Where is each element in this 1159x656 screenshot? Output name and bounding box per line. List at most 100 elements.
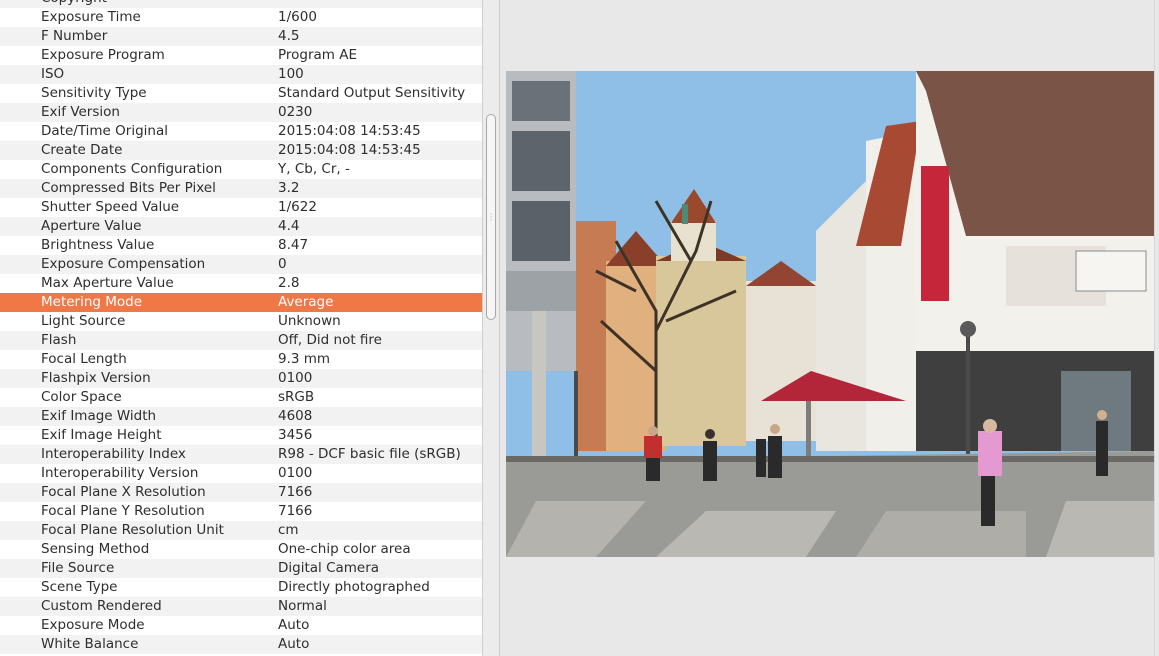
exif-row[interactable]: Components Configuration Y, Cb, Cr, - [0,160,482,179]
exif-row[interactable]: Exif Version 0230 [0,103,482,122]
exif-row[interactable]: Copyright [0,0,482,8]
exif-row[interactable]: Exposure Time 1/600 [0,8,482,27]
exif-row[interactable]: Focal Length 9.3 mm [0,350,482,369]
scrollbar-grip-icon: · · · [489,210,493,225]
exif-value-cell: Normal [278,598,327,614]
exif-value-cell: 2015:04:08 14:53:45 [278,123,421,139]
exif-key-cell: Exif Version [41,104,120,120]
exif-value-cell: 0100 [278,465,313,481]
exif-value-cell: 1/622 [278,199,317,215]
exif-key-cell: Focal Length [41,351,127,367]
exif-row[interactable]: Exposure Program Program AE [0,46,482,65]
exif-value-cell: Unknown [278,313,341,329]
exif-value-cell: 3456 [278,427,313,443]
exif-value-cell: R98 - DCF basic file (sRGB) [278,446,461,462]
exif-row[interactable]: Create Date 2015:04:08 14:53:45 [0,141,482,160]
exif-key-cell: Interoperability Index [41,446,186,462]
exif-key-cell: F Number [41,28,108,44]
exif-key-cell: Compressed Bits Per Pixel [41,180,216,196]
exif-key-cell: White Balance [41,636,139,652]
exif-row[interactable]: File Source Digital Camera [0,559,482,578]
exif-key-cell: Flash [41,332,77,348]
exif-key-cell: Date/Time Original [41,123,168,139]
exif-row[interactable]: Shutter Speed Value 1/622 [0,198,482,217]
exif-value-cell: cm [278,522,299,538]
exif-value-cell: Y, Cb, Cr, - [278,161,350,177]
exif-value-cell: 4.5 [278,28,300,44]
exif-value-cell: Auto [278,636,310,652]
exif-row[interactable]: Flashpix Version 0100 [0,369,482,388]
exif-row[interactable]: Brightness Value 8.47 [0,236,482,255]
exif-key-cell: Metering Mode [41,294,143,310]
exif-row[interactable]: Custom Rendered Normal [0,597,482,616]
exif-row[interactable]: F Number 4.5 [0,27,482,46]
exif-row[interactable]: Flash Off, Did not fire [0,331,482,350]
exif-key-cell: Brightness Value [41,237,155,253]
exif-value-cell: sRGB [278,389,315,405]
exif-key-cell: Max Aperture Value [41,275,174,291]
exif-row[interactable]: Metering Mode Average [0,293,482,312]
exif-row[interactable]: Compressed Bits Per Pixel 3.2 [0,179,482,198]
exif-row[interactable]: Light Source Unknown [0,312,482,331]
exif-value-cell: 100 [278,66,304,82]
exif-row[interactable]: Focal Plane Resolution Unit cm [0,521,482,540]
exif-key-cell: Aperture Value [41,218,142,234]
window-right-border [1154,0,1159,656]
exif-row[interactable]: Interoperability Index R98 - DCF basic fi… [0,445,482,464]
exif-key-cell: Interoperability Version [41,465,199,481]
exif-row[interactable]: Scene Type Directly photographed [0,578,482,597]
table-vertical-scrollbar[interactable]: · · · [482,0,500,656]
exif-row[interactable]: Exposure Compensation 0 [0,255,482,274]
exif-value-cell: 2.8 [278,275,300,291]
exif-row[interactable]: Date/Time Original 2015:04:08 14:53:45 [0,122,482,141]
exif-key-cell: Shutter Speed Value [41,199,180,215]
exif-metadata-table[interactable]: CopyrightExposure Time1/600F Number 4.5 Ex… [0,0,482,656]
exif-row[interactable]: White Balance Auto [0,635,482,654]
exif-row[interactable]: Color Space sRGB [0,388,482,407]
exif-key-cell: Scene Type [41,579,118,595]
exif-key-cell: Light Source [41,313,126,329]
exif-key-cell: Exposure Compensation [41,256,206,272]
exif-key-cell: Focal Plane Resolution Unit [41,522,224,538]
exif-row[interactable]: ISO 100 [0,65,482,84]
exif-rows: CopyrightExposure Time1/600F Number 4.5 Ex… [0,0,482,654]
exif-row[interactable]: Focal Plane X Resolution 7166 [0,483,482,502]
exif-value-cell: 0100 [278,370,313,386]
exif-key-cell: Copyright [41,0,107,8]
exif-key-cell: Focal Plane Y Resolution [41,503,205,519]
exif-value-cell: Off, Did not fire [278,332,382,348]
exif-value-cell: 4.4 [278,218,300,234]
exif-row[interactable]: Sensing Method One-chip color area [0,540,482,559]
image-preview [506,71,1154,557]
exif-value-cell: One-chip color area [278,541,411,557]
exif-value-cell: Standard Output Sensitivity [278,85,466,101]
exif-row[interactable]: Max Aperture Value 2.8 [0,274,482,293]
exif-value-cell: 7166 [278,484,313,500]
exif-value-cell: Program AE [278,47,358,63]
exif-key-cell: Exposure Program [41,47,165,63]
exif-row[interactable]: Interoperability Version 0100 [0,464,482,483]
exif-value-cell: 0230 [278,104,313,120]
exif-key-cell: ISO [41,66,65,82]
exif-value-cell: Auto [278,617,310,633]
exif-key-cell: Custom Rendered [41,598,162,614]
exif-key-cell: Focal Plane X Resolution [41,484,206,500]
exif-key-cell: Exif Image Width [41,408,157,424]
exif-value-cell: Digital Camera [278,560,380,576]
exif-row[interactable]: Sensitivity Type Standard Output Sensitiv… [0,84,482,103]
exif-value-cell: 4608 [278,408,313,424]
exif-value-cell: 1/600 [278,9,317,25]
exif-value-cell: 0 [278,256,287,272]
exif-key-cell: Sensing Method [41,541,150,557]
exif-row[interactable]: Focal Plane Y Resolution 7166 [0,502,482,521]
exif-row[interactable]: Exif Image Width 4608 [0,407,482,426]
exif-key-cell: Color Space [41,389,122,405]
scrollbar-thumb[interactable]: · · · [486,114,496,320]
exif-key-cell: Sensitivity Type [41,85,147,101]
exif-row[interactable]: Aperture Value 4.4 [0,217,482,236]
exif-value-cell: 9.3 mm [278,351,331,367]
exif-key-cell: Exposure Mode [41,617,145,633]
exif-row[interactable]: Exposure Mode Auto [0,616,482,635]
exif-key-cell: Components Configuration [41,161,223,177]
exif-row[interactable]: Exif Image Height 3456 [0,426,482,445]
